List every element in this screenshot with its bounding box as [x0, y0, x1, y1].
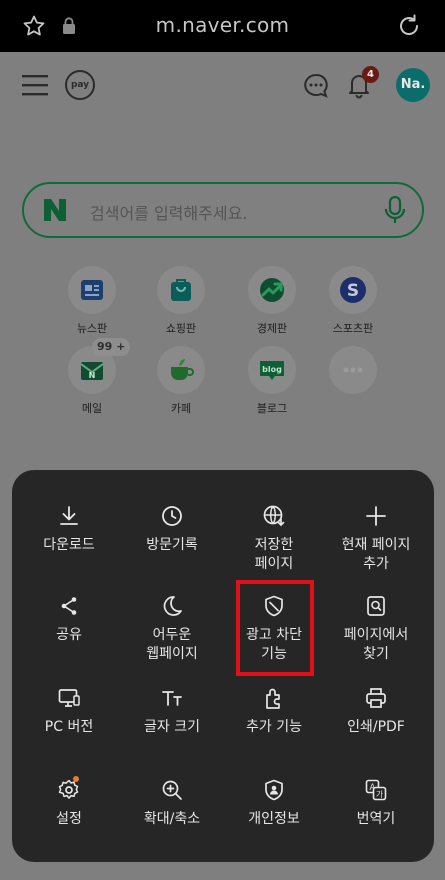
find-in-page-icon	[367, 596, 385, 616]
menu-item-privacy[interactable]: 개인정보	[222, 778, 326, 829]
browser-menu-sheet: 다운로드 방문기록 저장한 페이지 현재 페이지 추가 공유 어두운 웹페이지 …	[12, 470, 434, 862]
shortcut-label: 블로그	[256, 402, 288, 415]
search-bar[interactable]: 검색어를 입력해주세요.	[22, 182, 424, 238]
shortcut-shopping[interactable]: 쇼핑판	[146, 266, 216, 336]
mail-count-badge: 99 +	[92, 338, 131, 356]
dark-mode-icon	[163, 596, 182, 616]
cafe-icon	[171, 359, 194, 380]
shortcut-more[interactable]	[318, 346, 388, 394]
menu-item-label: 추가 기능	[246, 719, 302, 735]
notification-count-badge: 4	[362, 66, 379, 83]
svg-text:N: N	[89, 371, 96, 380]
menu-item-find-in-page[interactable]: 페이지에서 찾기	[324, 594, 428, 664]
translate-icon: A 가	[365, 779, 387, 801]
shortcut-economy[interactable]: 경제판	[237, 266, 307, 336]
menu-item-label: 설정	[56, 811, 82, 827]
shortcut-label: 스포츠판	[332, 322, 374, 335]
shortcut-label: 카페	[170, 402, 192, 415]
menu-item-add-current-page[interactable]: 현재 페이지 추가	[324, 504, 428, 574]
talk-chat-icon[interactable]	[302, 72, 330, 100]
naver-logo-icon	[44, 199, 66, 221]
menu-item-label: 방문기록	[146, 537, 198, 553]
plus-icon	[366, 506, 386, 526]
menu-item-share[interactable]: 공유	[17, 594, 121, 645]
menu-item-add-ons[interactable]: 추가 기능	[222, 686, 326, 737]
menu-item-zoom[interactable]: 확대/축소	[120, 778, 224, 829]
menu-item-label: 개인정보	[248, 811, 300, 827]
search-input[interactable]: 검색어를 입력해주세요.	[90, 200, 247, 224]
mail-icon: N	[80, 362, 104, 380]
privacy-icon	[265, 779, 283, 801]
sports-icon: S	[340, 277, 366, 303]
shortcut-cafe[interactable]: 카페	[146, 346, 216, 416]
menu-item-saved-pages[interactable]: 저장한 페이지	[222, 504, 326, 574]
menu-item-label: 번역기	[356, 811, 396, 827]
menu-item-label: 공유	[56, 627, 82, 643]
blog-icon-text: blog	[262, 365, 282, 374]
pay-button[interactable]: pay	[65, 70, 95, 100]
shortcut-sports[interactable]: S 스포츠판	[318, 266, 388, 336]
browser-url-bar: m.naver.com	[0, 0, 445, 52]
avatar[interactable]: Na.	[396, 68, 430, 102]
menu-item-label: 인쇄/PDF	[347, 719, 405, 735]
menu-item-text-size[interactable]: 글자 크기	[120, 686, 224, 737]
menu-item-pc-version[interactable]: PC 버전	[17, 686, 121, 737]
menu-item-label: 확대/축소	[143, 811, 201, 827]
text-size-icon	[162, 691, 182, 706]
shopping-icon	[171, 279, 191, 301]
zoom-icon	[162, 780, 182, 800]
add-ons-icon	[266, 688, 280, 709]
new-indicator-dot	[73, 776, 79, 782]
menu-item-translate[interactable]: A 가 번역기	[324, 778, 428, 829]
blog-icon: blog	[260, 361, 284, 380]
share-icon	[61, 597, 77, 615]
voice-search-mic-icon[interactable]	[382, 195, 408, 225]
menu-item-label: PC 버전	[44, 719, 94, 735]
shortcut-mail[interactable]: N 99 + 메일	[57, 338, 131, 416]
menu-item-label: 다운로드	[43, 537, 95, 553]
highlight-box	[236, 580, 314, 676]
menu-item-label: 어두운 웹페이지	[146, 627, 198, 662]
history-icon	[162, 506, 182, 526]
menu-item-history[interactable]: 방문기록	[120, 504, 224, 555]
shortcut-blog[interactable]: blog 블로그	[237, 346, 307, 416]
economy-icon	[260, 278, 284, 302]
shortcut-news[interactable]: 뉴스판	[57, 266, 127, 336]
saved-pages-icon	[263, 505, 285, 527]
more-icon	[343, 367, 363, 373]
news-icon	[81, 280, 103, 300]
menu-item-print-pdf[interactable]: 인쇄/PDF	[324, 686, 428, 737]
shortcut-label: 쇼핑판	[165, 322, 197, 335]
menu-item-settings[interactable]: 설정	[17, 776, 121, 829]
hamburger-menu-icon[interactable]	[22, 74, 48, 96]
reload-icon[interactable]	[396, 13, 422, 39]
shortcut-label: 메일	[81, 402, 103, 415]
menu-item-label: 글자 크기	[144, 719, 200, 735]
menu-item-label: 페이지에서 찾기	[343, 627, 409, 662]
svg-text:S: S	[347, 281, 359, 301]
shortcut-label: 뉴스판	[76, 322, 108, 335]
print-icon	[366, 688, 386, 708]
url-text[interactable]: m.naver.com	[0, 13, 445, 37]
menu-item-dark-webpage[interactable]: 어두운 웹페이지	[120, 594, 224, 664]
download-icon	[60, 506, 78, 525]
svg-text:가: 가	[376, 790, 384, 799]
pc-version-icon	[58, 689, 80, 707]
menu-item-label: 저장한 페이지	[254, 537, 294, 572]
shortcut-label: 경제판	[256, 322, 288, 335]
menu-item-download[interactable]: 다운로드	[17, 504, 121, 555]
menu-item-label: 현재 페이지 추가	[341, 537, 411, 572]
